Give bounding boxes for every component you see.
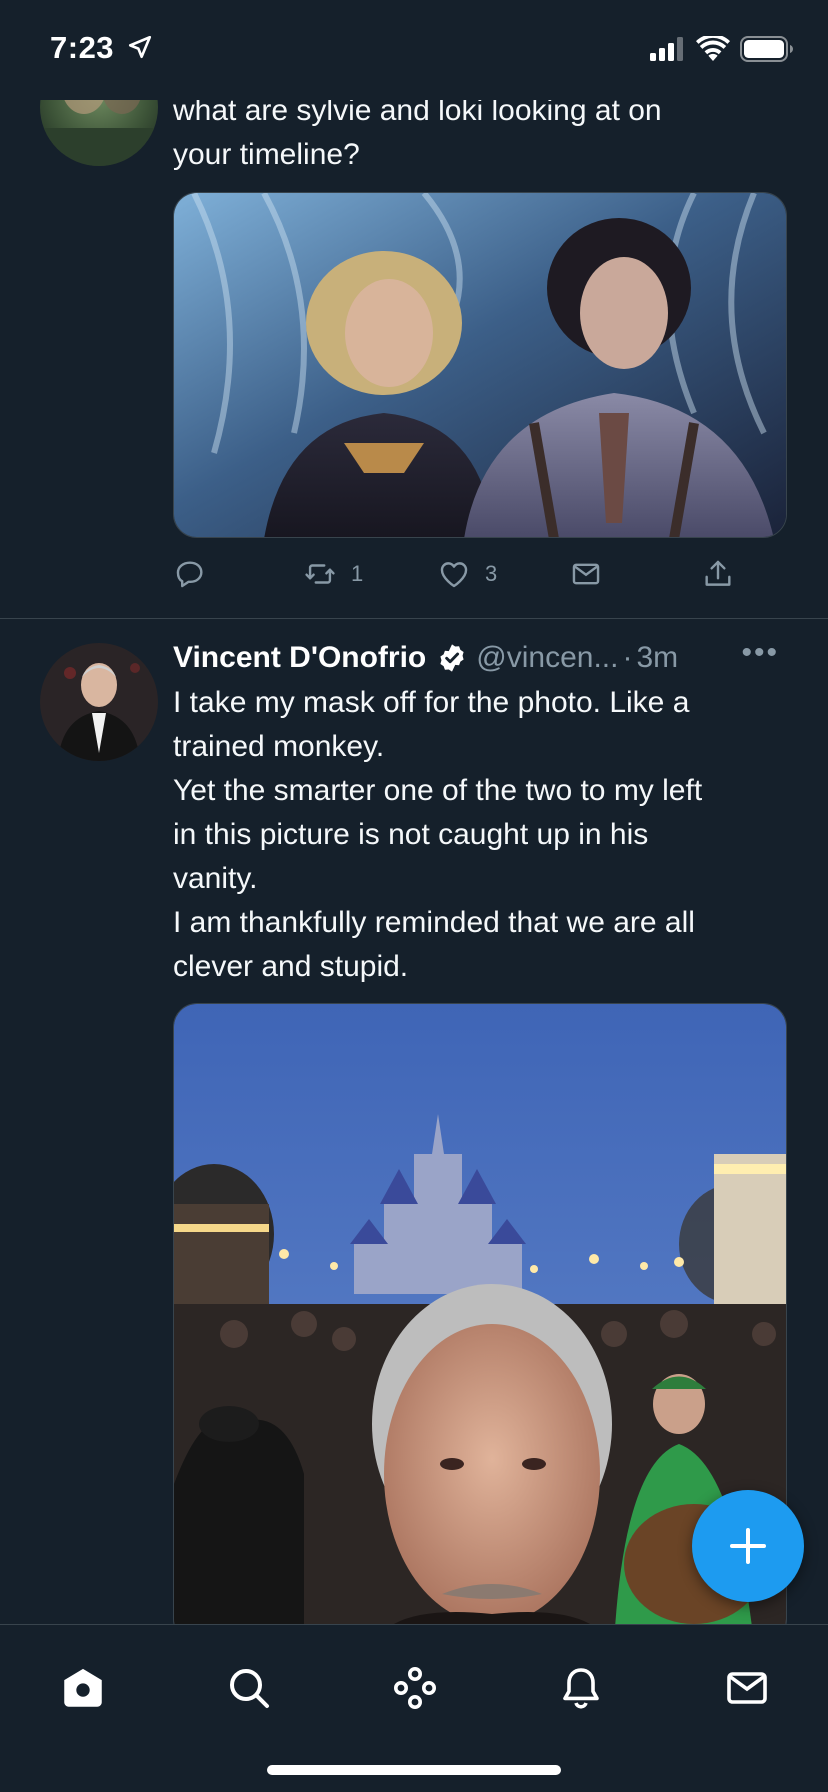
tweet-text: I take my mask off for the photo. Like a… — [173, 681, 793, 989]
location-arrow-icon — [128, 35, 152, 59]
tweet-text-line: I take my mask off for the photo. Like a — [173, 686, 690, 719]
compose-tweet-button[interactable] — [692, 1490, 804, 1602]
tweet-timestamp[interactable]: 3m — [636, 641, 678, 675]
compose-plus-icon — [730, 1528, 766, 1564]
tab-search[interactable] — [214, 1653, 284, 1723]
home-indicator[interactable] — [267, 1765, 561, 1775]
separator-dot: · — [622, 641, 633, 674]
tweet-text-line: in this picture is not caught up in his — [173, 818, 649, 851]
tweet-text-line: Yet the smarter one of the two to my lef… — [173, 774, 703, 807]
tweet-text-line: trained monkey. — [173, 730, 385, 763]
home-icon — [64, 1668, 102, 1707]
status-bar: 7:23 — [0, 0, 828, 100]
tweet-header: Vincent D'Onofrio @vincen... · 3m ••• — [173, 636, 793, 680]
spaces-icon — [394, 1667, 436, 1709]
cellular-signal-icon — [650, 37, 683, 61]
more-options-icon[interactable]: ••• — [741, 636, 779, 670]
verified-badge-icon — [440, 644, 464, 672]
status-time: 7:23 — [50, 30, 115, 65]
tweet-text-line: vanity. — [173, 862, 258, 895]
tweet-text-line: I am thankfully reminded that we are all — [173, 906, 695, 939]
tab-messages[interactable] — [712, 1653, 782, 1723]
notifications-icon — [563, 1668, 599, 1709]
messages-icon — [727, 1672, 767, 1704]
status-indicators — [650, 36, 794, 62]
search-icon — [230, 1669, 269, 1708]
avatar[interactable] — [40, 643, 158, 761]
wifi-icon — [696, 36, 730, 61]
timeline-feed[interactable]: what are sylvie and loki looking at on y… — [0, 0, 828, 1624]
author-handle[interactable]: @vincen... — [476, 641, 618, 675]
battery-icon — [740, 36, 793, 62]
tweet-2[interactable]: Vincent D'Onofrio @vincen... · 3m ••• I … — [0, 0, 828, 1624]
tweet-text-line: clever and stupid. — [173, 950, 409, 983]
author-name[interactable]: Vincent D'Onofrio — [173, 641, 426, 675]
tab-notifications[interactable] — [546, 1653, 616, 1723]
tab-spaces[interactable] — [380, 1653, 450, 1723]
tab-home[interactable] — [48, 1653, 118, 1723]
